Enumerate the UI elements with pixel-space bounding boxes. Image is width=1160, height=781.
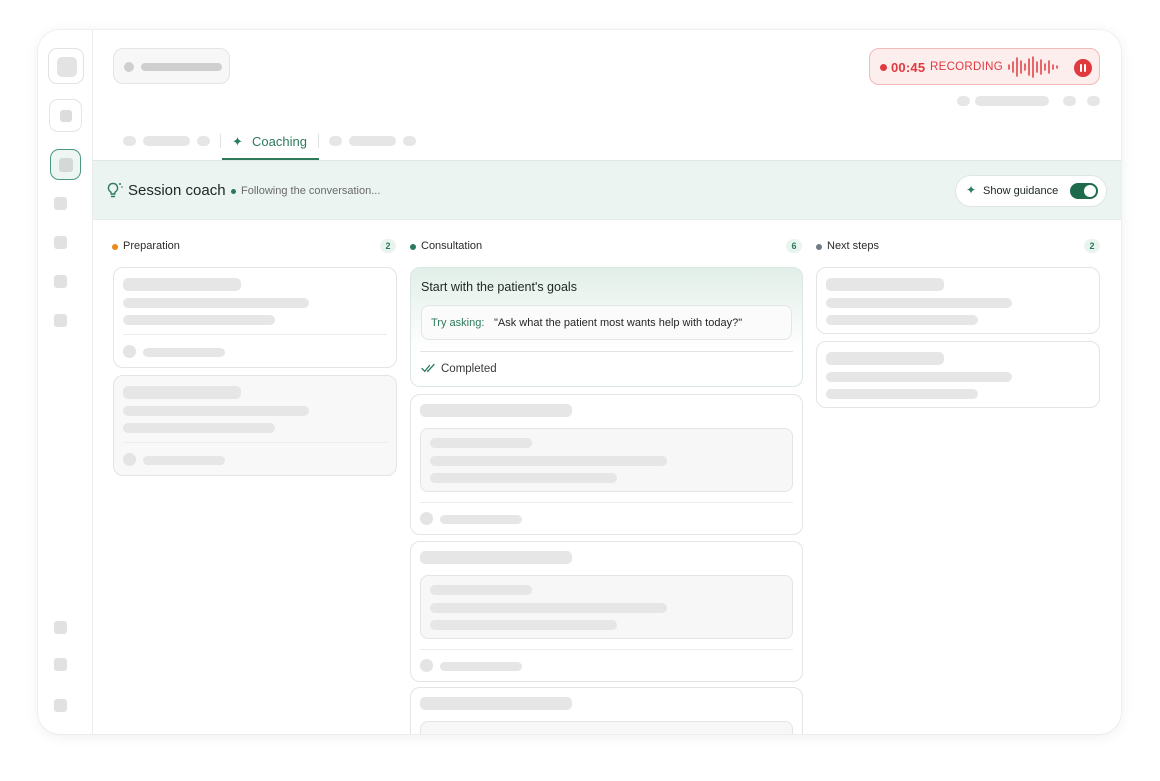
card-placeholder[interactable] <box>410 394 803 535</box>
column-title: Preparation <box>123 240 180 252</box>
card-placeholder[interactable] <box>816 267 1100 334</box>
tab-placeholder[interactable] <box>329 136 342 146</box>
try-asking-box: Try asking: "Ask what the patient most w… <box>421 305 792 340</box>
sidebar <box>38 30 93 734</box>
tab-separator <box>318 134 319 148</box>
double-check-icon <box>421 363 435 373</box>
tab-coaching[interactable]: ✦ Coaching <box>222 130 319 160</box>
sidebar-item[interactable] <box>54 658 67 671</box>
lightbulb-icon <box>107 182 123 198</box>
completed-status: Completed <box>441 363 497 375</box>
tab-placeholder[interactable] <box>143 136 190 146</box>
column-title: Consultation <box>421 240 483 252</box>
recording-indicator: 00:45 RECORDING <box>869 48 1100 85</box>
card-placeholder[interactable] <box>113 267 397 368</box>
column-count: 6 <box>786 239 802 253</box>
sparkle-icon: ✦ <box>966 183 977 197</box>
placeholder <box>1063 96 1076 106</box>
sidebar-item[interactable] <box>54 314 67 327</box>
recording-time: 00:45 <box>891 60 926 75</box>
column-dot <box>410 244 416 250</box>
sidebar-item[interactable] <box>54 236 67 249</box>
pause-icon[interactable] <box>1074 59 1092 77</box>
column-dot <box>112 244 118 250</box>
sidebar-item[interactable] <box>54 197 67 210</box>
column-title: Next steps <box>827 240 879 252</box>
column-count: 2 <box>1084 239 1100 253</box>
sidebar-item[interactable] <box>54 275 67 288</box>
column-header-next-steps: Next steps 2 <box>816 239 1101 254</box>
tab-placeholder[interactable] <box>403 136 416 146</box>
column-count: 2 <box>380 239 396 253</box>
column-dot <box>816 244 822 250</box>
sparkle-icon: ✦ <box>232 134 243 149</box>
column-header-consultation: Consultation 6 <box>410 239 803 254</box>
guidance-card-title: Start with the patient's goals <box>421 280 577 294</box>
try-asking-label: Try asking: <box>431 317 485 329</box>
status-dot <box>231 189 236 194</box>
placeholder <box>957 96 970 106</box>
card-placeholder[interactable] <box>410 687 803 734</box>
sidebar-item[interactable] <box>54 699 67 712</box>
tab-separator <box>220 134 221 148</box>
tab-label: Coaching <box>252 134 307 149</box>
show-guidance-label: Show guidance <box>983 185 1059 197</box>
recording-dot <box>880 64 887 71</box>
tab-placeholder[interactable] <box>197 136 210 146</box>
column-header-preparation: Preparation 2 <box>112 239 397 254</box>
coach-title: Session coach <box>128 182 226 199</box>
recording-label: RECORDING <box>930 61 1003 73</box>
tab-placeholder[interactable] <box>349 136 396 146</box>
tab-bar: ✦ Coaching <box>93 130 1121 160</box>
sidebar-item[interactable] <box>49 99 82 132</box>
guidance-card[interactable]: Start with the patient's goals Try askin… <box>410 267 803 387</box>
sidebar-logo[interactable] <box>48 48 84 84</box>
waveform-icon <box>1008 56 1058 78</box>
card-placeholder[interactable] <box>816 341 1100 408</box>
tab-placeholder[interactable] <box>123 136 136 146</box>
show-guidance-control[interactable]: ✦ Show guidance <box>955 175 1107 207</box>
coach-status: Following the conversation... <box>241 185 381 197</box>
placeholder <box>975 96 1049 106</box>
session-coach-bar: Session coach Following the conversation… <box>93 160 1121 220</box>
card-placeholder[interactable] <box>113 375 397 476</box>
sidebar-item-active[interactable] <box>50 149 81 180</box>
placeholder <box>1087 96 1100 106</box>
sidebar-item[interactable] <box>54 621 67 634</box>
card-placeholder[interactable] <box>410 541 803 682</box>
try-asking-text: "Ask what the patient most wants help wi… <box>494 317 743 329</box>
patient-selector[interactable] <box>113 48 230 84</box>
guidance-toggle[interactable] <box>1070 183 1098 199</box>
main-area: 00:45 RECORDING ✦ Coaching Session coach… <box>93 30 1121 734</box>
app-window: 00:45 RECORDING ✦ Coaching Session coach… <box>38 30 1121 734</box>
